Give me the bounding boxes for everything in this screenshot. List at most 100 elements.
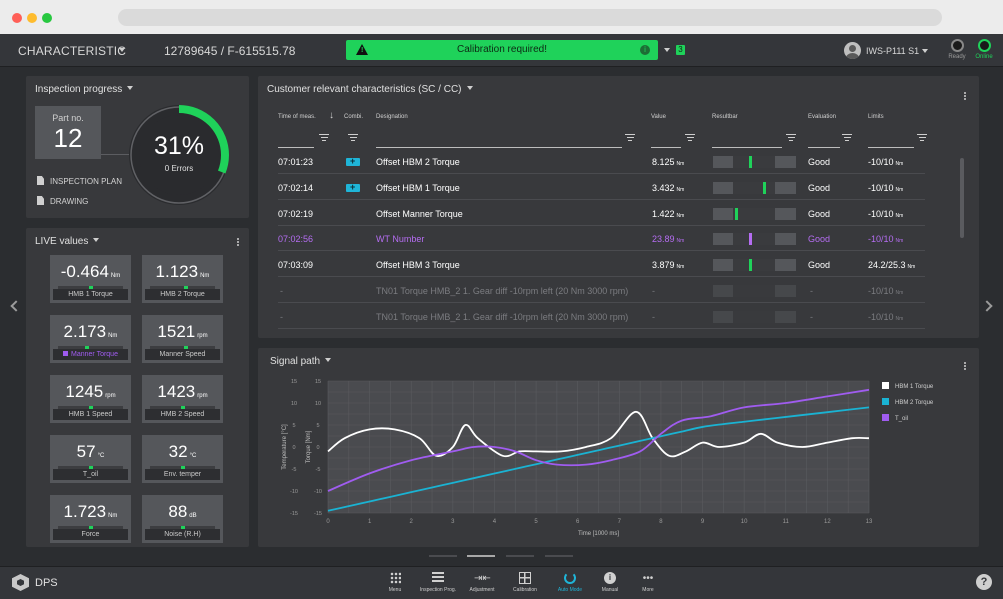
limits-value: -10/10: [868, 157, 894, 167]
filter-icon[interactable]: [917, 134, 927, 142]
page-indicator[interactable]: [429, 555, 457, 557]
result-bar: [713, 310, 796, 323]
filter-icon[interactable]: [842, 134, 852, 142]
table-row[interactable]: 07:02:56 WT Number 23.89 Nm Good -10/10 Nm: [278, 226, 925, 252]
window-chrome: [0, 0, 1003, 34]
table-scrollbar[interactable]: [960, 158, 964, 238]
minimize-window-button[interactable]: [27, 13, 37, 23]
column-header-limits[interactable]: Limits: [868, 114, 884, 120]
filter-input-limits[interactable]: [868, 134, 914, 148]
result-bar: [713, 285, 796, 297]
address-bar[interactable]: [118, 9, 942, 26]
chevron-down-icon[interactable]: [127, 86, 134, 90]
table-row-pending[interactable]: - TN01 Torque HMB_2 1. Gear diff -10rpm l…: [278, 278, 925, 303]
calibration-banner[interactable]: ! Calibration required! i: [346, 40, 658, 60]
filter-input-time[interactable]: [278, 134, 314, 148]
help-icon[interactable]: ?: [976, 574, 992, 590]
legend-swatch: [882, 382, 889, 389]
combination-icon[interactable]: [346, 156, 360, 166]
manual-icon: i: [604, 572, 616, 584]
page-indicator-active[interactable]: [467, 555, 495, 557]
bottom-nav-inspection-prog[interactable]: Inspection Prog.: [417, 572, 459, 593]
chevron-down-icon[interactable]: [93, 238, 100, 242]
filter-icon[interactable]: [319, 134, 329, 142]
sort-arrow-icon[interactable]: ↓: [329, 110, 334, 121]
filter-input-value[interactable]: [651, 134, 681, 148]
column-header-time[interactable]: Time of meas.: [278, 114, 316, 120]
legend-item[interactable]: T_oil: [882, 414, 908, 422]
filter-icon[interactable]: [348, 134, 358, 142]
y-tick-label-temperature: 15: [291, 379, 297, 385]
column-header-designation[interactable]: Designation: [376, 114, 408, 120]
live-value-label: HMB 1 Torque: [53, 289, 128, 300]
legend-item[interactable]: HBM 1 Torque: [882, 382, 933, 390]
table-row-pending[interactable]: - TN01 Torque HMB_2 1. Gear diff -10rpm l…: [278, 304, 925, 329]
chevron-down-icon[interactable]: [466, 86, 473, 90]
limits-unit: Nm: [895, 186, 904, 193]
page-indicator[interactable]: [545, 555, 573, 557]
chevron-down-icon[interactable]: [664, 48, 670, 52]
avatar[interactable]: [844, 42, 861, 59]
table-row[interactable]: 07:02:14Offset HBM 1 Torque3.432NmGood-1…: [278, 175, 925, 200]
filter-icon[interactable]: [786, 134, 796, 142]
page-indicator[interactable]: [506, 555, 534, 557]
table-row[interactable]: 07:01:23Offset HBM 2 Torque8.125NmGood-1…: [278, 149, 925, 174]
table-row[interactable]: 07:03:09 Offset HBM 3 Torque 3.879 Nm Good 24…: [278, 252, 925, 278]
legend-label: HBM 2 Torque: [895, 400, 934, 406]
column-header-evaluation[interactable]: Evaluation: [808, 114, 836, 120]
filter-icon[interactable]: [625, 134, 635, 142]
filter-input-evaluation[interactable]: [808, 134, 840, 148]
limits-unit: Nm: [895, 212, 904, 219]
live-value-tile[interactable]: 1.123 Nm HMB 2 Torque: [142, 255, 223, 303]
filter-input-designation[interactable]: [376, 134, 622, 148]
bottom-nav-menu[interactable]: Menu: [374, 572, 416, 593]
column-header-value[interactable]: Value: [651, 114, 666, 120]
panel-title[interactable]: Inspection progress: [35, 84, 134, 95]
drawing-link[interactable]: DRAWING: [37, 196, 88, 206]
result-bar: [713, 233, 796, 246]
live-value-number: -0.464: [60, 262, 109, 281]
filter-icon[interactable]: [685, 134, 695, 142]
live-value-tile[interactable]: 1.723 Nm Force: [50, 495, 131, 543]
panel-title[interactable]: LIVE values: [35, 236, 100, 247]
column-header-resultbar[interactable]: Resultbar: [712, 114, 738, 120]
panel-title[interactable]: Customer relevant characteristics (SC / …: [267, 84, 473, 95]
live-value-tile[interactable]: 32 °C Env. temper: [142, 435, 223, 483]
live-value-tile[interactable]: 57 °C T_oil: [50, 435, 131, 483]
limits-unit: Nm: [895, 315, 904, 322]
more-options-icon[interactable]: [237, 238, 240, 247]
live-value-tile[interactable]: 1245 rpm HMB 1 Speed: [50, 375, 131, 423]
table-row[interactable]: 07:02:19 Offset Manner Torque 1.422 Nm Good -…: [278, 201, 925, 226]
more-options-icon[interactable]: [964, 92, 967, 101]
info-icon[interactable]: i: [640, 45, 650, 55]
value-number: 23.89: [652, 234, 675, 245]
legend-item[interactable]: HBM 2 Torque: [882, 398, 933, 406]
maximize-window-button[interactable]: [42, 13, 52, 23]
combination-icon[interactable]: [346, 182, 360, 192]
column-header-combi[interactable]: Combi.: [344, 114, 363, 120]
ready-icon: [950, 39, 964, 52]
bottom-nav-calibration[interactable]: Calibration: [504, 572, 546, 593]
bottom-nav-auto-mode[interactable]: Auto Mode: [549, 572, 591, 593]
filter-input-resultbar[interactable]: [712, 134, 782, 148]
next-page-arrow-icon[interactable]: [981, 300, 993, 312]
live-value-label-text: T_oil: [82, 471, 99, 478]
page-title[interactable]: CHARACTERISTIC: [18, 44, 126, 58]
bottom-nav-manual[interactable]: i Manual: [589, 572, 631, 593]
chevron-down-icon[interactable]: [119, 48, 125, 52]
live-value-tile[interactable]: 1521 rpm Manner Speed: [142, 315, 223, 363]
live-value-tile[interactable]: 1423 rpm HMB 2 Speed: [142, 375, 223, 423]
bottom-nav-adjustment[interactable]: ⇥⇤ Adjustment: [461, 572, 503, 593]
previous-page-arrow-icon[interactable]: [10, 300, 22, 312]
bottom-nav-more[interactable]: ••• More: [627, 572, 669, 594]
live-value-tile[interactable]: 88 dB Noise (R.H): [142, 495, 223, 543]
inspection-plan-link[interactable]: INSPECTION PLAN: [37, 176, 122, 186]
close-window-button[interactable]: [12, 13, 22, 23]
user-name[interactable]: IWS-P111 S1: [866, 46, 919, 56]
signal-path-chart: 0 1 2 3 4 5 6 7 8 9 10 11 12 1315 1510 105 50 0-5 -5-10 -10…: [282, 379, 873, 537]
chevron-down-icon[interactable]: [922, 49, 928, 53]
cell-value: 8.125 Nm: [652, 157, 684, 167]
live-value-tile[interactable]: 2.173 Nm Manner Torque: [50, 315, 131, 363]
cell-designation: WT Number: [376, 234, 425, 245]
live-value-tile[interactable]: -0.464 Nm HMB 1 Torque: [50, 255, 131, 303]
